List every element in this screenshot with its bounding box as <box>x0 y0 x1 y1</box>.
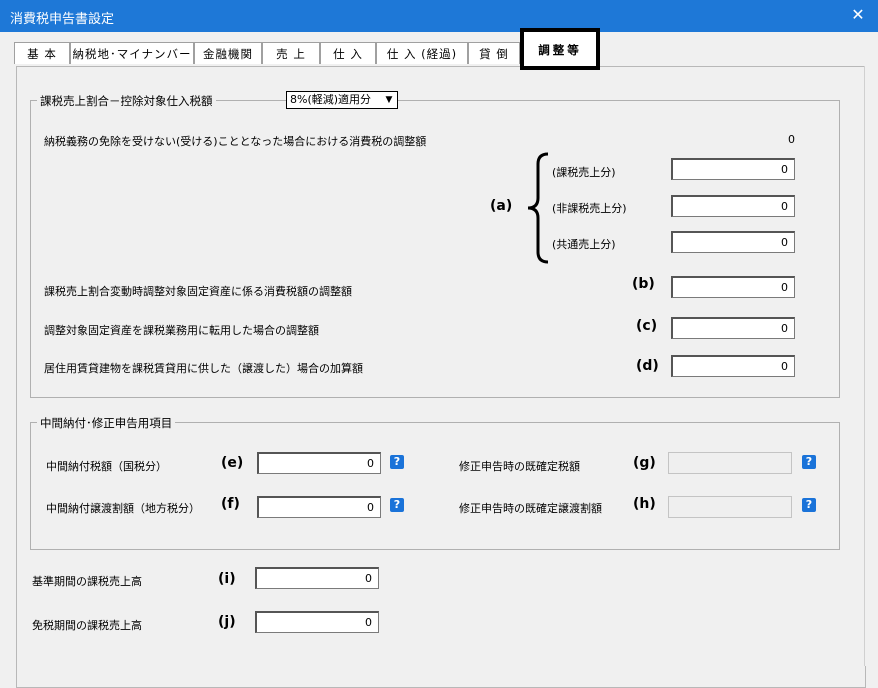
tab-basic[interactable]: 基 本 <box>14 42 70 64</box>
residential-rental-input[interactable]: 0 <box>671 355 795 377</box>
tag-c: (c) <box>636 318 658 334</box>
amended-tax-input[interactable] <box>668 452 792 474</box>
taxable-sales-label: (課税売上分) <box>552 166 616 179</box>
tag-d: (d) <box>636 358 659 374</box>
close-button[interactable]: ✕ <box>848 5 868 25</box>
exempt-period-sales-input[interactable]: 0 <box>255 611 379 633</box>
adjustment-group-legend: 課税売上割合－控除対象仕入税額 <box>37 93 216 109</box>
residential-rental-label: 居住用賃貸建物を課税賃貸用に供した（譲渡した）場合の加算額 <box>44 362 363 375</box>
fixed-asset-ratio-label: 課税売上割合変動時調整対象固定資産に係る消費税額の調整額 <box>44 285 352 298</box>
tab-adjustments[interactable]: 調整等 <box>520 28 600 70</box>
fixed-asset-conversion-input[interactable]: 0 <box>671 317 795 339</box>
interim-national-tax-label: 中間納付税額（国税分） <box>46 460 167 473</box>
window-title: 消費税申告書設定 <box>10 12 115 27</box>
exemption-adjustment-label: 納税義務の免除を受けない(受ける)こととなった場合における消費税の調整額 <box>44 135 427 148</box>
taxable-sales-input[interactable]: 0 <box>671 158 795 180</box>
tab-tax-address[interactable]: 納税地･マイナンバー等 <box>70 42 194 83</box>
tag-a: (a) <box>490 198 513 214</box>
exemption-adjustment-value: 0 <box>788 133 795 146</box>
interim-group-legend: 中間納付･修正申告用項目 <box>37 415 176 431</box>
tab-purchases[interactable]: 仕 入 <box>320 42 376 64</box>
tag-g: (g) <box>633 455 656 471</box>
vertical-scrollbar[interactable] <box>864 66 878 666</box>
help-icon[interactable]: ? <box>390 455 404 469</box>
help-icon[interactable]: ? <box>390 498 404 512</box>
base-period-sales-input[interactable]: 0 <box>255 567 379 589</box>
exempt-period-sales-label: 免税期間の課税売上高 <box>32 619 142 632</box>
tag-j: (j) <box>218 614 236 630</box>
nontaxable-sales-label: (非課税売上分) <box>552 202 627 215</box>
fixed-asset-ratio-input[interactable]: 0 <box>671 276 795 298</box>
tab-bar: 基 本 納税地･マイナンバー等 金融機関 売 上 仕 入 仕 入 (経過) 貸 … <box>14 28 864 83</box>
tab-purchases-transitional[interactable]: 仕 入 (経過) <box>376 42 468 64</box>
window-titlebar <box>0 0 878 32</box>
common-sales-input[interactable]: 0 <box>671 231 795 253</box>
tab-bank[interactable]: 金融機関 <box>194 42 262 64</box>
tag-f: (f) <box>221 496 240 512</box>
tab-sales[interactable]: 売 上 <box>262 42 320 64</box>
interim-national-tax-input[interactable]: 0 <box>257 452 381 474</box>
rate-select-value: 8%(軽減)適用分 <box>290 93 372 106</box>
tag-h: (h) <box>633 496 656 512</box>
tab-bad-debts[interactable]: 貸 倒 <box>468 42 520 64</box>
interim-local-tax-input[interactable]: 0 <box>257 496 381 518</box>
interim-local-tax-label: 中間納付譲渡割額（地方税分） <box>46 502 200 515</box>
amended-tax-label: 修正申告時の既確定税額 <box>459 460 580 473</box>
common-sales-label: (共通売上分) <box>552 238 616 251</box>
amended-transfer-input[interactable] <box>668 496 792 518</box>
tag-b: (b) <box>632 276 655 292</box>
rate-select[interactable]: 8%(軽減)適用分 ▼ <box>286 91 398 109</box>
help-icon[interactable]: ? <box>802 498 816 512</box>
dropdown-arrow-icon: ▼ <box>385 95 393 105</box>
amended-transfer-label: 修正申告時の既確定譲渡割額 <box>459 502 602 515</box>
nontaxable-sales-input[interactable]: 0 <box>671 195 795 217</box>
brace-icon <box>527 152 549 264</box>
fixed-asset-conversion-label: 調整対象固定資産を課税業務用に転用した場合の調整額 <box>44 324 319 337</box>
base-period-sales-label: 基準期間の課税売上高 <box>32 575 142 588</box>
interim-group <box>30 422 840 550</box>
tag-e: (e) <box>221 455 244 471</box>
tag-i: (i) <box>218 571 236 587</box>
help-icon[interactable]: ? <box>802 455 816 469</box>
